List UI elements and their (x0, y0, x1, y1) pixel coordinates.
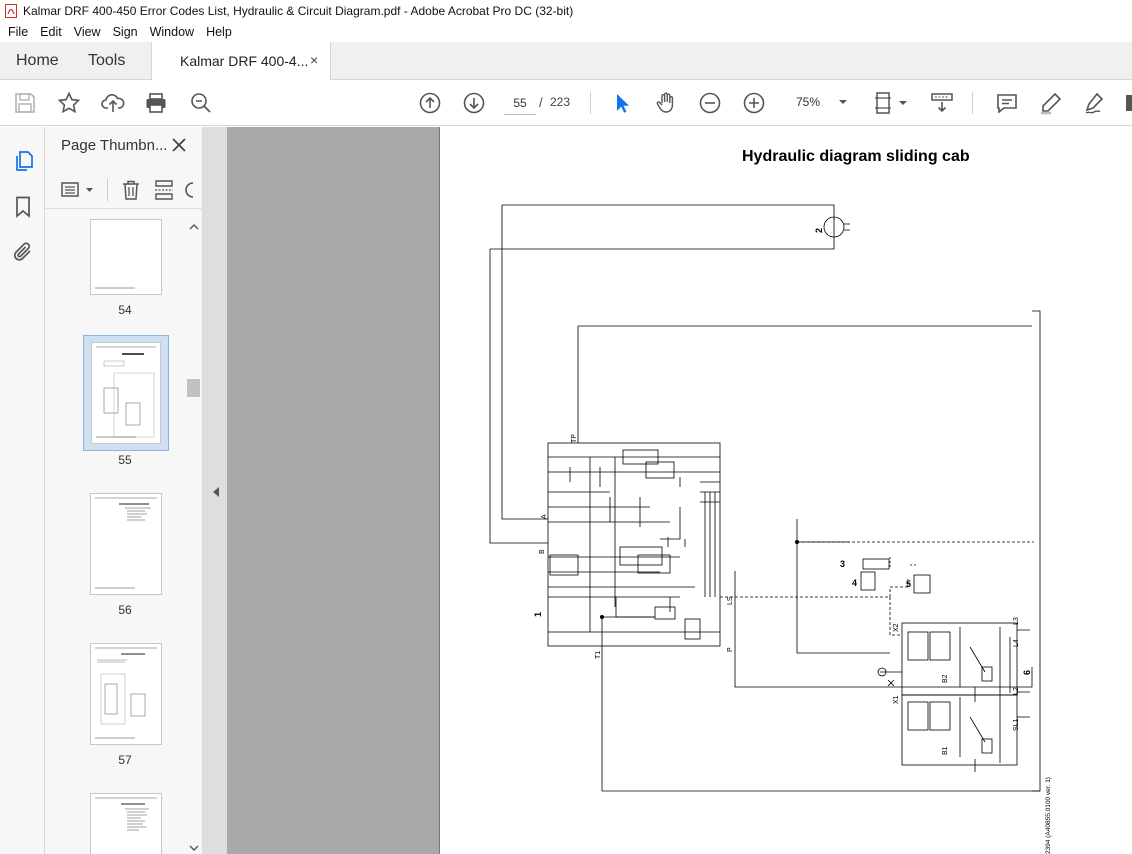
component-label-1: 1 (533, 612, 543, 617)
component-label-5: 5 (906, 579, 911, 589)
port-label-sl1: SL1 (1013, 718, 1020, 731)
zoom-level-select[interactable]: 75% (788, 91, 852, 115)
tab-tools[interactable]: Tools (88, 42, 125, 80)
thumbnail-page-55[interactable] (91, 342, 161, 444)
save-icon[interactable] (13, 91, 37, 115)
attachment-paperclip-icon[interactable] (11, 240, 35, 264)
thumbnail-preview (95, 497, 157, 589)
port-label-l3: L3 (1013, 617, 1020, 625)
comment-icon[interactable] (995, 91, 1019, 115)
scroll-down-icon[interactable] (189, 844, 199, 852)
total-pages: 223 (550, 95, 571, 109)
page-fit-icon[interactable] (872, 91, 908, 115)
chevron-down-icon (839, 100, 847, 104)
thumbnail-page-58[interactable] (90, 793, 162, 854)
thumbnail-page-number: 56 (118, 603, 132, 617)
port-label-b1: B1 (942, 746, 949, 755)
collapse-arrow-icon[interactable] (213, 487, 219, 497)
page-thumbnails-panel: Page Thumbn... 54 55 56 57 (45, 127, 203, 854)
more-tools-icon[interactable] (1122, 91, 1132, 115)
zoom-search-icon[interactable] (189, 91, 213, 115)
thumbnail-options-icon[interactable] (61, 179, 95, 201)
window-title: Kalmar DRF 400-450 Error Codes List, Hyd… (23, 4, 574, 18)
thumbnails-scroll-area: 54 55 56 57 (45, 217, 185, 854)
component-label-2: 2 (814, 228, 824, 233)
acrobat-icon (5, 4, 17, 18)
port-label-b: B (539, 549, 546, 554)
port-label-ls: LS (727, 596, 734, 605)
page-thumbnails-icon[interactable] (11, 149, 35, 173)
menu-bar: File Edit View Sign Window Help (0, 22, 1132, 42)
menu-window[interactable]: Window (144, 25, 200, 39)
thumbnail-preview (95, 797, 157, 831)
port-label-l2: L2 (1013, 687, 1020, 695)
menu-sign[interactable]: Sign (107, 25, 144, 39)
scroll-up-icon[interactable] (189, 223, 199, 231)
bookmark-icon[interactable] (11, 195, 35, 219)
toolbar-divider (107, 179, 108, 201)
rotate-page-icon[interactable] (185, 179, 195, 201)
menu-view[interactable]: View (68, 25, 107, 39)
tab-document-label: Kalmar DRF 400-4... (180, 53, 309, 69)
zoom-level-value: 75% (796, 95, 821, 109)
port-label-t1: T1 (595, 651, 602, 659)
thumbnail-page-57[interactable] (90, 643, 162, 745)
tab-document[interactable]: Kalmar DRF 400-4... × (151, 42, 331, 81)
previous-page-icon[interactable] (418, 91, 442, 115)
page-separator: / (539, 95, 543, 110)
highlight-pen-icon[interactable] (1039, 91, 1063, 115)
port-label-x2: X2 (893, 623, 900, 632)
delete-trash-icon[interactable] (120, 179, 142, 201)
figure-reference: 2394 (A40855.0100 ver. 1) (1045, 777, 1052, 854)
scrollbar-thumb[interactable] (187, 379, 200, 397)
zoom-out-icon[interactable] (698, 91, 722, 115)
collapse-panel-handle[interactable] (203, 127, 227, 854)
port-label-x1: X1 (893, 695, 900, 704)
pdf-page: Hydraulic diagram sliding cab 2 1 3 4 5 … (439, 127, 1132, 854)
main-toolbar: / 223 75% (0, 80, 1132, 126)
component-label-4: 4 (852, 578, 857, 588)
print-icon[interactable] (144, 91, 168, 115)
tab-home[interactable]: Home (16, 42, 59, 80)
port-label-l4: L4 (1013, 639, 1020, 647)
page-number-input[interactable] (504, 91, 536, 115)
component-label-3: 3 (840, 559, 845, 569)
thumbnail-preview (96, 346, 156, 438)
menu-file[interactable]: File (2, 25, 34, 39)
upload-share-icon[interactable] (101, 91, 125, 115)
scroll-mode-icon[interactable] (930, 91, 954, 115)
thumbnail-page-number: 57 (118, 753, 132, 767)
thumbnail-page-number: 55 (118, 453, 132, 467)
select-cursor-icon[interactable] (610, 91, 634, 115)
port-label-tp: TP (571, 434, 578, 443)
panel-title: Page Thumbn... (61, 137, 168, 154)
navigation-rail (0, 127, 45, 854)
title-bar: Kalmar DRF 400-450 Error Codes List, Hyd… (0, 0, 1132, 22)
port-label-p: P (727, 647, 734, 652)
toolbar-divider (590, 92, 591, 114)
zoom-in-icon[interactable] (742, 91, 766, 115)
component-label-6: 6 (1022, 670, 1032, 675)
close-icon[interactable] (171, 137, 187, 153)
tab-close-icon[interactable]: × (310, 53, 322, 67)
thumbnails-scrollbar[interactable] (186, 219, 202, 854)
thumbnail-preview (95, 647, 157, 739)
thumbnail-toolbar (45, 171, 203, 209)
toolbar-divider (972, 92, 973, 114)
thumbnail-page-54[interactable] (90, 219, 162, 295)
port-label-b2: B2 (942, 674, 949, 683)
bookmark-star-icon[interactable] (57, 91, 81, 115)
sign-pen-icon[interactable] (1083, 91, 1107, 115)
hand-pan-icon[interactable] (654, 91, 678, 115)
menu-help[interactable]: Help (200, 25, 238, 39)
thumbnail-preview (95, 287, 135, 289)
tab-bar: Home Tools Kalmar DRF 400-4... × (0, 42, 1132, 81)
menu-edit[interactable]: Edit (34, 25, 68, 39)
extract-pages-icon[interactable] (153, 179, 175, 201)
thumbnail-page-number: 54 (118, 303, 132, 317)
port-label-a: A (541, 514, 548, 519)
hydraulic-diagram: 2 1 3 4 5 6 TP A B LS T1 P X2 X1 B2 B1 L… (489, 204, 1052, 854)
thumbnail-page-56[interactable] (90, 493, 162, 595)
next-page-icon[interactable] (462, 91, 486, 115)
